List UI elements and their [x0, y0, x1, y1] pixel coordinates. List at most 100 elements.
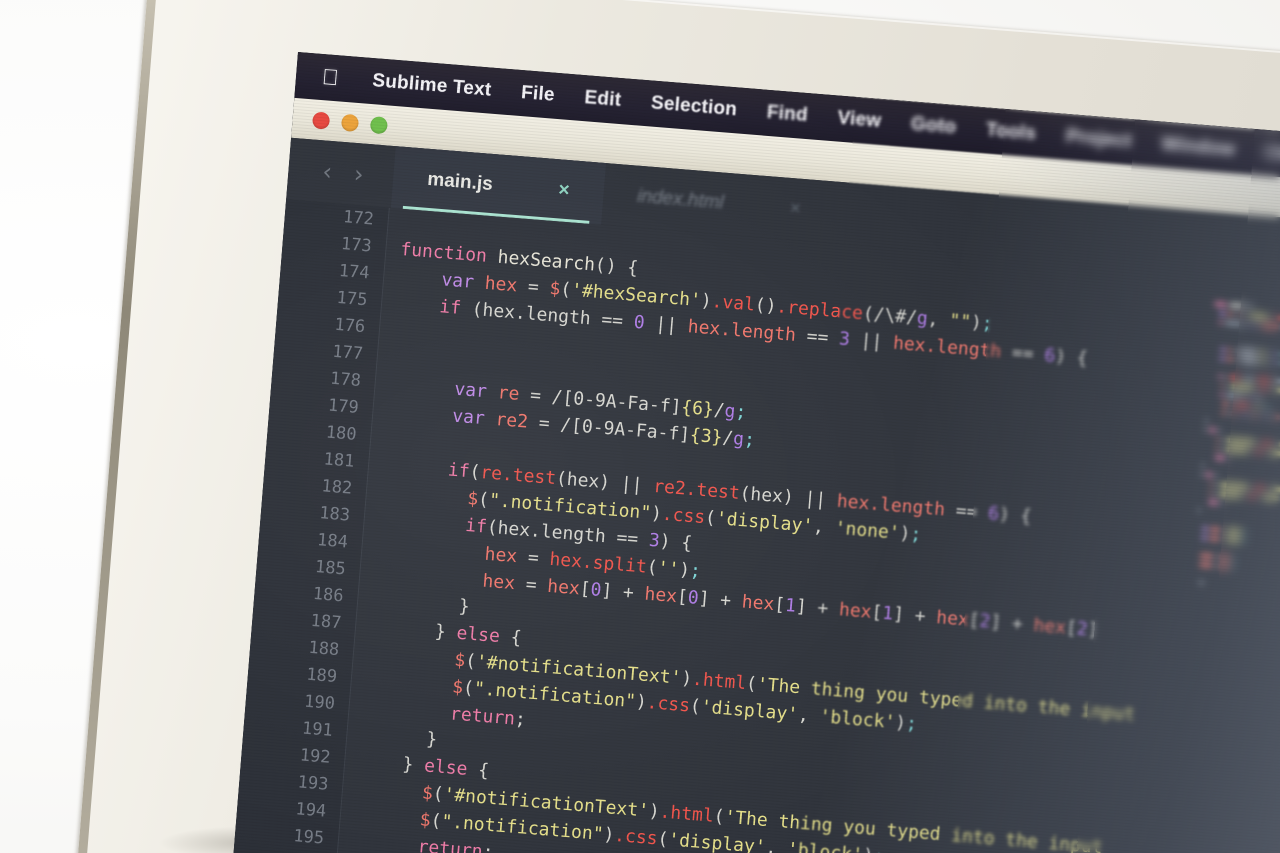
code-token: .css [645, 692, 691, 717]
code-token: 'display' [667, 829, 767, 853]
code-token: ) { [658, 530, 693, 555]
line-number-label: 186 [312, 583, 345, 607]
code-token: ] + [600, 580, 646, 605]
code-token: } [369, 615, 458, 644]
menu-item-sublime-text[interactable]: Sublime Text [372, 70, 493, 101]
line-number-label: 172 [342, 207, 375, 230]
code-token: ; [689, 560, 702, 582]
code-token: else [455, 622, 501, 648]
code-token: , [764, 837, 789, 853]
laptop-screen:  Sublime TextFileEditSelectionFindViewG… [227, 52, 1280, 853]
line-number-label: 177 [331, 341, 364, 365]
line-number-label: 175 [335, 287, 369, 311]
code-token: = [516, 546, 551, 570]
line-number-label: 190 [303, 691, 336, 715]
code-token: 'display' [715, 508, 815, 537]
code-token: == [615, 527, 650, 551]
tab-label: index.html [636, 185, 725, 214]
close-window-button[interactable] [311, 110, 331, 130]
line-number-label: 181 [322, 449, 356, 472]
line-number-label: 184 [316, 530, 349, 553]
code-token: .val [710, 291, 756, 316]
tab-close-icon[interactable]: × [789, 198, 802, 221]
code-token: = [518, 383, 553, 408]
line-number-label: 187 [309, 610, 343, 634]
code-token: {3} [689, 424, 724, 449]
line-number-label: 194 [294, 799, 327, 822]
line-number-label: 185 [314, 557, 347, 580]
code-token: ; [743, 429, 756, 451]
back-arrow-icon[interactable]: ‹ [321, 157, 333, 186]
code-token: ; [734, 401, 748, 424]
line-number-label: 179 [327, 395, 360, 418]
minimize-window-button[interactable] [340, 113, 360, 132]
line-number-label: 191 [301, 718, 334, 741]
tab-nav-arrows: ‹ › [287, 155, 394, 191]
zoom-window-button[interactable] [369, 115, 389, 134]
code-token: var [440, 269, 486, 294]
code-token: = [516, 275, 551, 299]
code-token: = [527, 411, 562, 436]
code-token: hex [643, 583, 678, 608]
code-token: var [451, 405, 497, 430]
code-token: = [514, 573, 549, 597]
menu-item-file[interactable]: File [520, 82, 555, 107]
code-token: () { [594, 254, 640, 279]
code-token: hex [741, 591, 776, 615]
code-token: .html [658, 801, 715, 827]
code-token: { [466, 758, 490, 782]
menu-item-find[interactable]: Find [766, 102, 808, 127]
code-token: || [643, 312, 689, 338]
code-token: } [358, 750, 426, 777]
code-token: return [416, 836, 484, 853]
code-token: re [496, 382, 521, 405]
code-token: hex [546, 575, 581, 600]
line-number-label: 182 [320, 476, 353, 499]
code-token: return [449, 703, 516, 730]
tab-close-icon[interactable]: × [558, 179, 571, 202]
code-token: .css [613, 824, 659, 850]
tab-label: main.js [426, 168, 494, 196]
code-token: if [464, 514, 488, 538]
code-token: == [600, 309, 635, 333]
menu-item-edit[interactable]: Edit [584, 87, 622, 112]
code-token: () [754, 294, 778, 318]
line-number-label: 174 [338, 261, 371, 284]
code-token: re2 [494, 409, 529, 433]
code-token: .html [691, 668, 747, 694]
forward-arrow-icon[interactable]: › [353, 160, 365, 189]
code-token: hex [483, 543, 518, 568]
code-token: { [498, 626, 523, 649]
line-number-label: 183 [318, 503, 351, 526]
line-number-label: 178 [329, 368, 362, 392]
line-number-label: 189 [305, 664, 338, 688]
code-token: var [453, 378, 499, 404]
code-token: ; [481, 841, 495, 853]
code-token: 'display' [699, 696, 799, 726]
line-number-label: 176 [333, 314, 366, 338]
apple-logo-icon[interactable]:  [321, 64, 339, 90]
line-number-label: 193 [296, 772, 330, 795]
code-token: hex [483, 272, 519, 297]
code-token: re.test [479, 462, 557, 490]
code-token: re2.test [652, 475, 741, 504]
code-token: else [423, 755, 469, 780]
code-token: if [447, 459, 471, 483]
code-token: hex [481, 570, 516, 595]
code-token: ; [514, 708, 527, 731]
code-token: .css [661, 503, 706, 529]
menu-item-selection[interactable]: Selection [650, 93, 738, 122]
line-number-label: 192 [299, 745, 332, 768]
code-token: '' [656, 557, 681, 581]
